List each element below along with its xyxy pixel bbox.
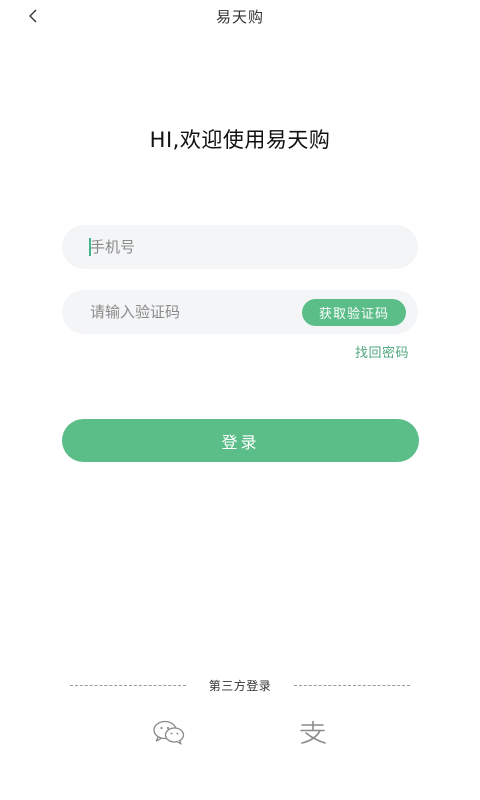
divider-line-right <box>294 685 410 686</box>
get-code-button[interactable]: 获取验证码 <box>302 299 406 326</box>
forgot-password-link[interactable]: 找回密码 <box>355 342 409 361</box>
login-button[interactable]: 登录 <box>62 419 419 462</box>
wechat-icon <box>153 720 185 745</box>
wechat-login-button[interactable] <box>152 718 186 748</box>
page-title: 易天购 <box>215 8 264 26</box>
top-bar: 易天购 <box>0 0 480 34</box>
welcome-heading: HI,欢迎使用易天购 <box>149 128 331 152</box>
text-caret <box>89 238 91 256</box>
phone-field[interactable] <box>62 225 418 269</box>
verification-code-field[interactable]: 获取验证码 <box>62 290 418 334</box>
third-party-login-divider: 第三方登录 <box>70 676 410 696</box>
phone-input[interactable] <box>90 225 390 269</box>
alipay-login-button[interactable] <box>296 718 330 748</box>
alipay-icon <box>300 720 326 744</box>
verification-code-input[interactable] <box>90 290 280 334</box>
